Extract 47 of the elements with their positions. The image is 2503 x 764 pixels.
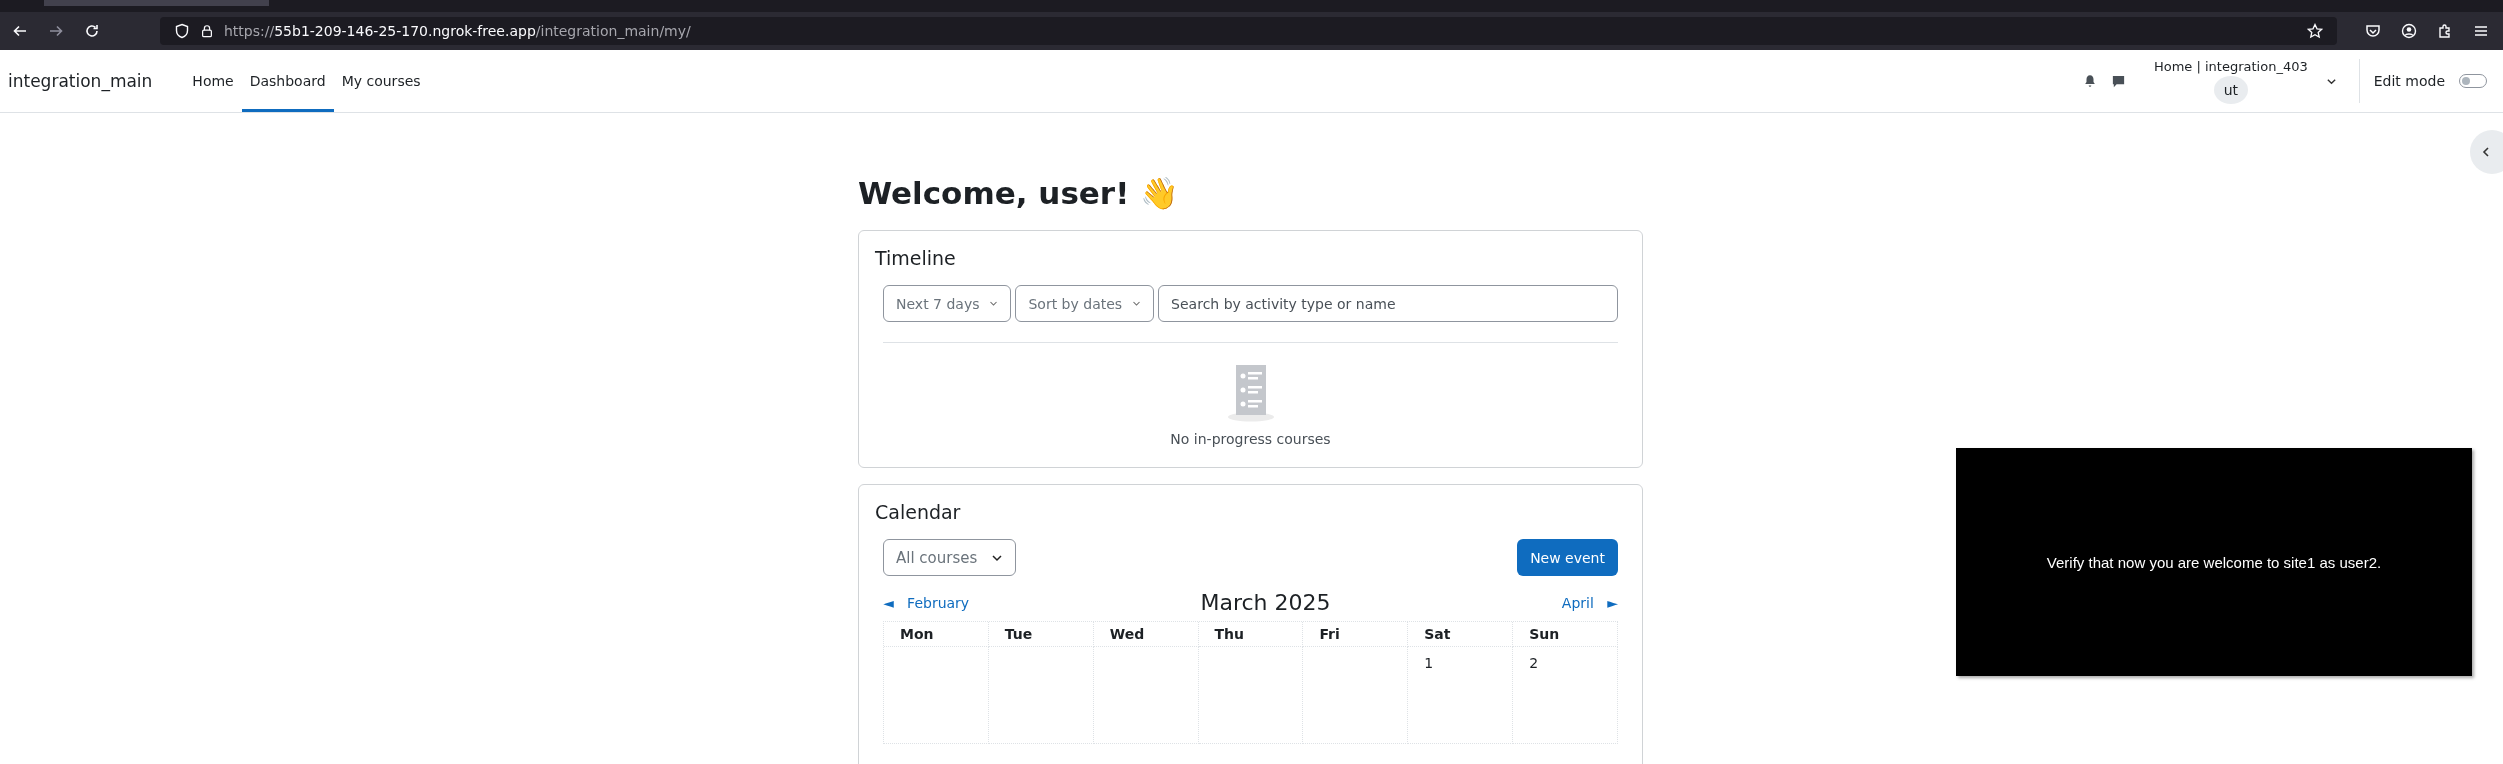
chevron-down-icon: [1132, 299, 1142, 308]
page-heading: Welcome, user! 👋: [858, 175, 1181, 212]
day-filter-dropdown[interactable]: Next 7 days: [883, 285, 1012, 322]
user-menu-title[interactable]: Home | integration_403: [2153, 58, 2308, 74]
next-month-link[interactable]: April ►: [1561, 594, 1618, 611]
lock-icon: [200, 23, 214, 39]
weekday-header: Sat: [1408, 622, 1514, 647]
edit-mode-switch[interactable]: [2459, 74, 2487, 88]
nav-link[interactable]: Home: [184, 50, 242, 112]
nav-link[interactable]: My courses: [333, 50, 429, 112]
course-filter-dropdown[interactable]: All courses: [883, 539, 1017, 576]
day-cell[interactable]: 1: [1408, 647, 1514, 744]
pocket-icon[interactable]: [2365, 23, 2381, 39]
caption-text: Verify that now you are welcome to site1 as user2.: [2046, 553, 2382, 571]
puzzle-icon[interactable]: [2437, 23, 2453, 39]
weekday-header: Mon: [884, 622, 989, 647]
url-text: https://55b1-209-146-25-170.ngrok-free.app/integration_main/my/: [224, 23, 691, 39]
menu-icon[interactable]: [2473, 23, 2489, 39]
card-title: Timeline: [875, 247, 957, 269]
search-field[interactable]: Search by activity type or name: [1158, 285, 1618, 322]
day-cell[interactable]: 2: [1513, 647, 1618, 744]
nav-link[interactable]: Dashboard: [241, 50, 334, 112]
new-event-button[interactable]: New event: [1517, 539, 1618, 576]
chevron-left-icon: [2480, 146, 2492, 158]
user-avatar[interactable]: ut: [2213, 75, 2248, 104]
empty-message: No in-progress courses: [1170, 431, 1331, 447]
weekday-header: Thu: [1198, 622, 1304, 647]
weekday-header: Sun: [1513, 622, 1618, 647]
weekday-header: Wed: [1093, 622, 1199, 647]
drawer-toggle-button[interactable]: [2470, 130, 2503, 174]
account-icon[interactable]: [2401, 23, 2417, 39]
weekday-header: Fri: [1303, 622, 1409, 647]
weekday-header: Tue: [988, 622, 1094, 647]
chat-bubble-icon[interactable]: [2110, 73, 2126, 89]
shield-icon[interactable]: [174, 23, 190, 39]
forward-arrow-icon[interactable]: [48, 23, 64, 39]
site-name[interactable]: integration_main: [8, 71, 153, 91]
card-title: Calendar: [875, 501, 962, 523]
edit-mode-label: Edit mode: [2373, 73, 2445, 89]
sort-dropdown[interactable]: Sort by dates: [1015, 285, 1155, 322]
month-title: March 2025: [1200, 590, 1331, 615]
address-bar[interactable]: https://55b1-209-146-25-170.ngrok-free.app/integration_main/my/: [160, 17, 2337, 45]
chevron-down-icon: [989, 299, 999, 308]
previous-month-link[interactable]: ◄ February: [883, 594, 970, 611]
star-icon[interactable]: [2307, 23, 2323, 39]
back-arrow-icon[interactable]: [12, 23, 28, 39]
reload-icon[interactable]: [84, 23, 100, 39]
